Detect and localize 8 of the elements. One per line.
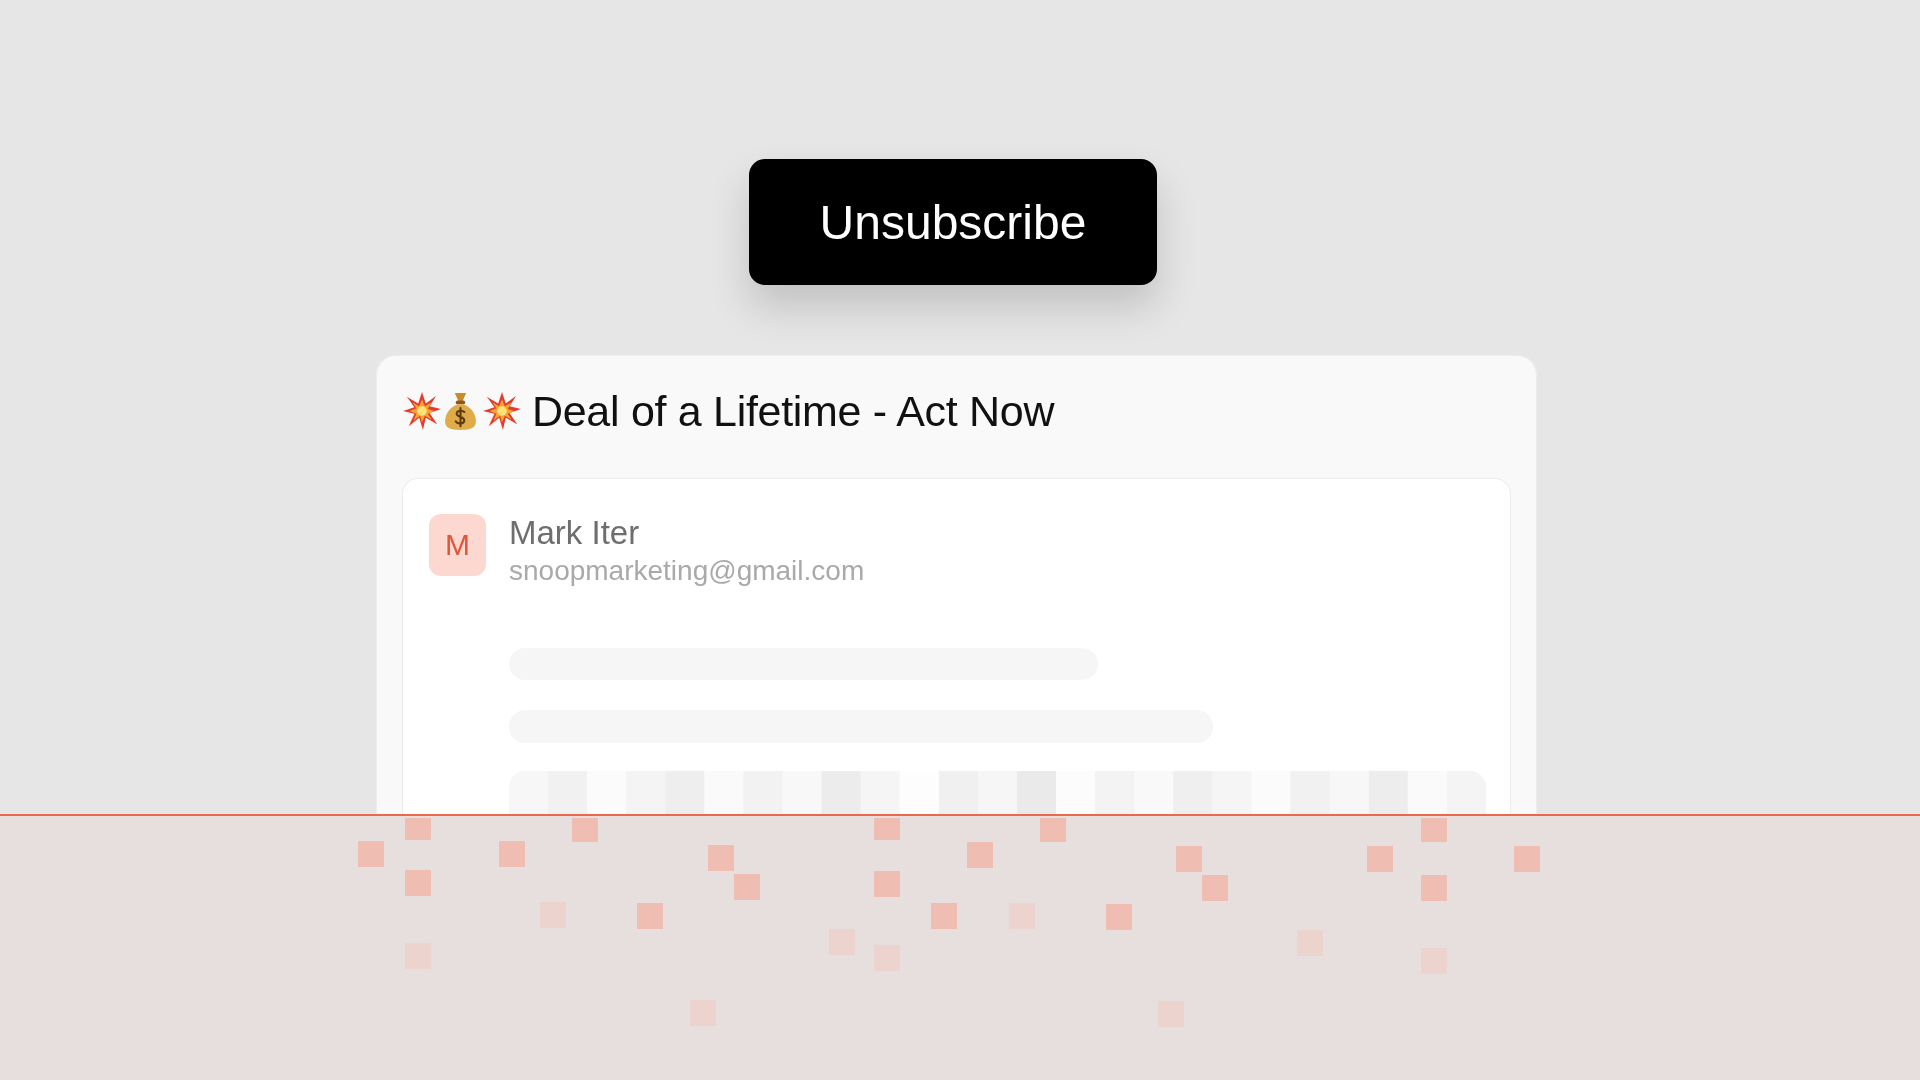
email-subject: Deal of a Lifetime - Act Now [532,386,1055,436]
sender-avatar: M [429,514,486,576]
unsubscribe-button[interactable]: Unsubscribe [749,159,1157,285]
burst-icon [483,392,521,430]
sender-email: snoopmarketing@gmail.com [509,554,865,588]
sender-name: Mark Iter [509,514,641,552]
burst-icon [403,392,441,430]
money-bag-icon [444,392,477,430]
